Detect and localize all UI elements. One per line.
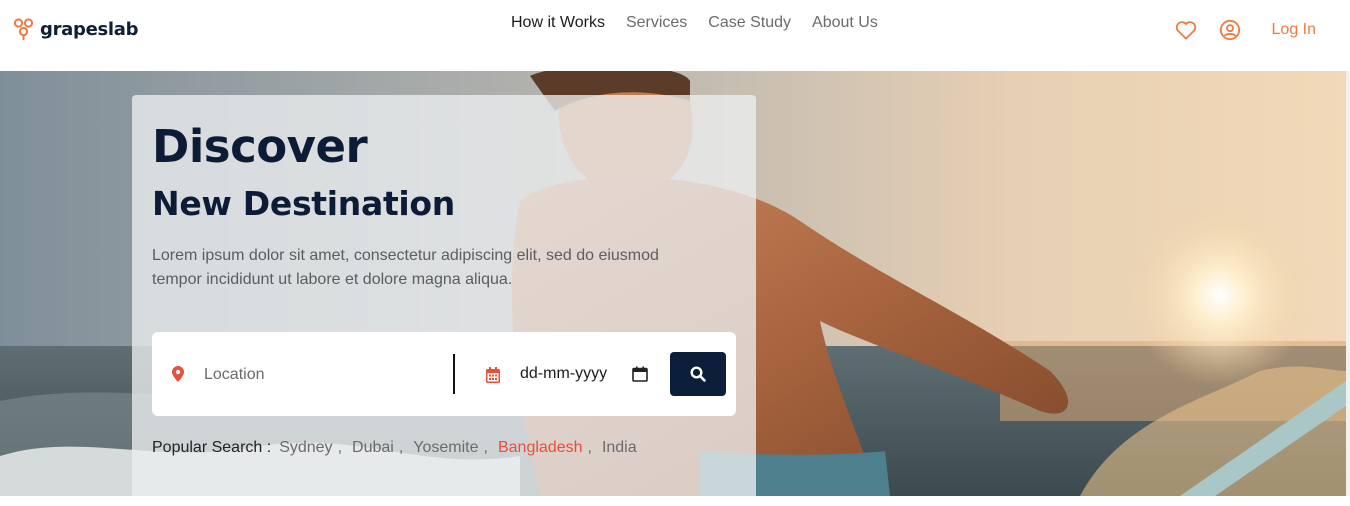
nav-case-study[interactable]: Case Study [708,13,791,33]
popular-item-bangladesh[interactable]: Bangladesh [498,438,583,458]
page-scrollbar[interactable] [1346,71,1350,496]
popular-item-dubai[interactable]: Dubai [352,438,394,458]
popular-item-india[interactable]: India [602,438,637,458]
search-bar: dd-mm-yyyy [152,332,736,416]
heart-icon [1175,21,1196,40]
popular-item-yosemite[interactable]: Yosemite [413,438,478,458]
hero-subtitle: New Destination [152,184,455,223]
nav-services[interactable]: Services [626,13,687,33]
header-actions: Log In [1174,18,1316,42]
popular-search-label: Popular Search : [152,439,272,456]
nav-about-us[interactable]: About Us [812,13,878,33]
hero-title: Discover [152,120,368,173]
brand-logo[interactable]: grapeslab [13,16,139,42]
date-picker-icon[interactable] [632,366,648,382]
search-divider [453,354,455,394]
location-input[interactable] [202,362,446,388]
top-navbar: grapeslab How it Works Services Case Stu… [0,0,1350,71]
popular-item-sydney[interactable]: Sydney [279,438,332,458]
user-circle-icon [1219,19,1240,41]
grapes-logo-icon [13,18,34,40]
brand-name: grapeslab [40,18,139,40]
date-input[interactable]: dd-mm-yyyy [520,364,607,384]
nav-how-it-works[interactable]: How it Works [511,13,605,33]
map-pin-icon [172,366,184,382]
main-nav: How it Works Services Case Study About U… [511,13,878,33]
search-button[interactable] [670,352,726,396]
wishlist-button[interactable] [1174,18,1198,42]
hero-description: Lorem ipsum dolor sit amet, consectetur … [152,247,659,288]
popular-searches: Popular Search : Sydney, Dubai, Yosemite… [152,438,637,458]
search-icon [690,366,706,382]
account-button[interactable] [1218,18,1242,42]
calendar-icon [486,367,500,383]
login-link[interactable]: Log In [1272,18,1316,42]
